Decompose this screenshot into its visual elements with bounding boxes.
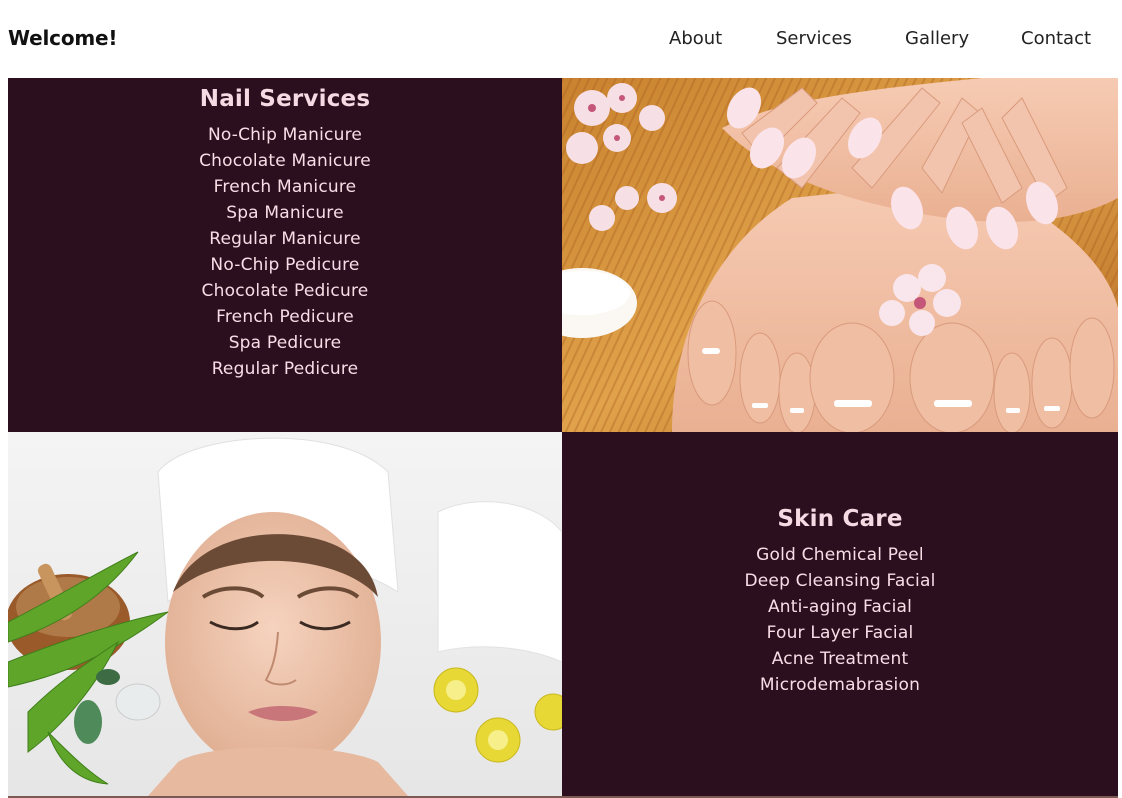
site-header: Welcome! About Services Gallery Contact: [0, 0, 1122, 78]
skin-care-list: Gold Chemical Peel Deep Cleansing Facial…: [562, 542, 1118, 698]
service-item: Four Layer Facial: [766, 623, 914, 643]
service-item: Regular Manicure: [209, 229, 361, 249]
nails-photo: [562, 78, 1118, 432]
service-item: Spa Manicure: [226, 203, 344, 223]
nav-contact[interactable]: Contact: [1021, 28, 1091, 49]
nav-about[interactable]: About: [669, 28, 722, 49]
skin-care-panel: Skin Care Gold Chemical Peel Deep Cleans…: [562, 432, 1118, 796]
service-item: No-Chip Pedicure: [210, 255, 360, 275]
service-item: Regular Pedicure: [211, 359, 359, 379]
service-item: Microdemabrasion: [759, 675, 921, 695]
brand-title: Welcome!: [8, 26, 118, 50]
facial-photo: [8, 432, 562, 796]
service-item: Spa Pedicure: [228, 333, 342, 353]
nail-services-panel: Nail Services No-Chip Manicure Chocolate…: [8, 78, 562, 432]
service-item: French Pedicure: [216, 307, 354, 327]
skin-care-title: Skin Care: [777, 506, 903, 532]
service-item: French Manicure: [213, 177, 357, 197]
nail-services-list: No-Chip Manicure Chocolate Manicure Fren…: [8, 122, 562, 382]
service-item: No-Chip Manicure: [207, 125, 363, 145]
service-item: Acne Treatment: [771, 649, 909, 669]
nail-services-title: Nail Services: [199, 86, 371, 112]
service-item: Gold Chemical Peel: [756, 545, 924, 565]
service-item: Chocolate Pedicure: [201, 281, 369, 301]
nav-gallery[interactable]: Gallery: [905, 28, 969, 49]
service-item: Anti-aging Facial: [767, 597, 913, 617]
nav-services[interactable]: Services: [776, 28, 852, 49]
service-item: Deep Cleansing Facial: [744, 571, 936, 591]
service-item: Chocolate Manicure: [199, 151, 371, 171]
